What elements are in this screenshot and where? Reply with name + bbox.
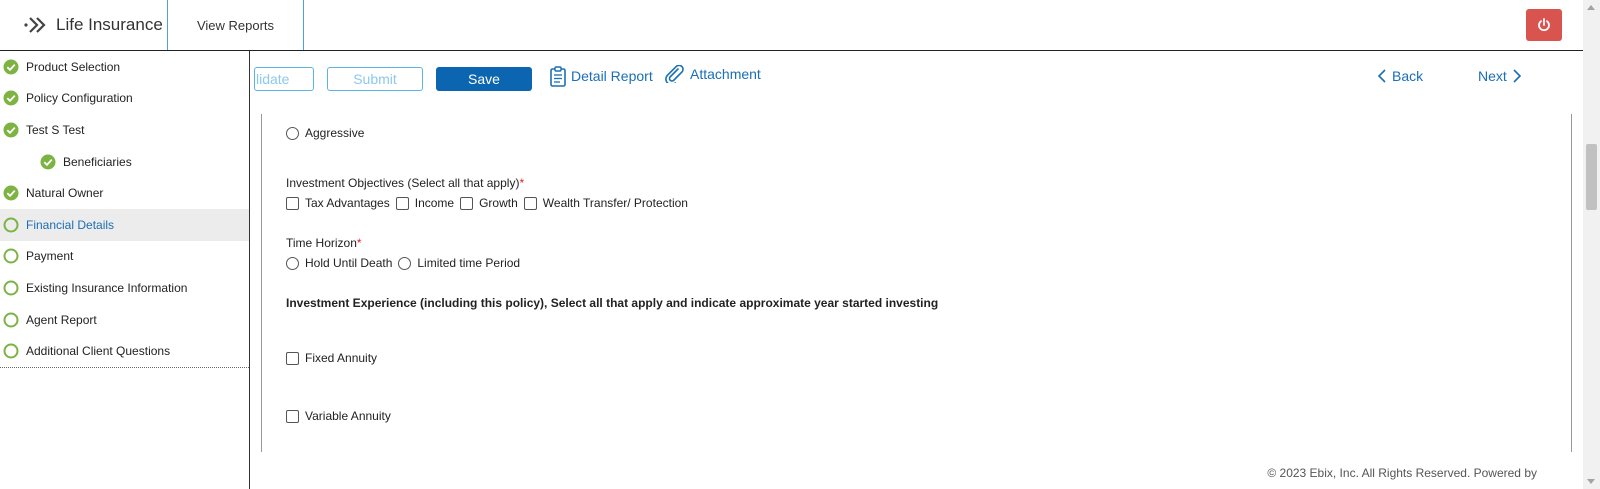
check-circle-icon bbox=[3, 59, 19, 75]
time-horizon-radio[interactable] bbox=[286, 256, 299, 270]
logout-button[interactable] bbox=[1526, 9, 1562, 41]
sidebar-item-label: Policy Configuration bbox=[26, 91, 133, 106]
detail-report-label: Detail Report bbox=[571, 68, 653, 84]
fixed-annuity-row[interactable]: Fixed Annuity bbox=[286, 351, 377, 365]
objective-option[interactable]: Wealth Transfer/ Protection bbox=[523, 196, 688, 210]
sidebar-item-label: Agent Report bbox=[26, 312, 97, 327]
tab-view-reports[interactable]: View Reports bbox=[168, 0, 304, 50]
clipboard-icon bbox=[550, 66, 566, 87]
variable-annuity-row[interactable]: Variable Annuity bbox=[286, 409, 391, 423]
empty-circle-icon bbox=[3, 248, 19, 264]
next-button[interactable]: Next bbox=[1478, 68, 1527, 84]
objective-option[interactable]: Growth bbox=[460, 196, 518, 210]
check-circle-icon bbox=[3, 122, 19, 138]
objective-checkbox[interactable] bbox=[523, 196, 537, 210]
time-horizon-label-text: Time Horizon bbox=[286, 236, 357, 250]
sidebar-item-beneficiaries[interactable]: Beneficiaries bbox=[0, 146, 249, 178]
brand-logo-icon bbox=[24, 17, 46, 33]
empty-circle-icon bbox=[3, 280, 19, 296]
scroll-up-icon[interactable] bbox=[1587, 5, 1595, 10]
aggressive-label: Aggressive bbox=[305, 126, 365, 140]
sidebar-item-policy-configuration[interactable]: Policy Configuration bbox=[0, 83, 249, 115]
brand[interactable]: Life Insurance bbox=[0, 0, 168, 50]
investment-objectives-label: Investment Objectives (Select all that a… bbox=[286, 176, 524, 190]
sidebar-item-natural-owner[interactable]: Natural Owner bbox=[0, 177, 249, 209]
financial-details-form: Aggressive Investment Objectives (Select… bbox=[261, 114, 1572, 452]
sidebar-item-label: Additional Client Questions bbox=[26, 344, 171, 359]
objective-option[interactable]: Tax Advantages bbox=[286, 196, 390, 210]
sidebar-item-financial-details[interactable]: Financial Details bbox=[0, 208, 249, 241]
copyright-text: © 2023 Ebix, Inc. All Rights Reserved. P… bbox=[1267, 466, 1537, 480]
objective-checkbox[interactable] bbox=[395, 196, 409, 210]
variable-annuity-checkbox[interactable] bbox=[286, 409, 299, 423]
sidebar-item-label: Payment bbox=[26, 249, 74, 264]
sidebar: Product Selection Policy Configuration T… bbox=[0, 51, 250, 489]
required-mark: * bbox=[356, 236, 362, 250]
variable-annuity-label: Variable Annuity bbox=[305, 409, 391, 423]
time-horizon-option[interactable]: Limited time Period bbox=[398, 256, 520, 270]
time-horizon-option-label: Limited time Period bbox=[417, 256, 521, 270]
sidebar-list: Product Selection Policy Configuration T… bbox=[0, 51, 249, 368]
sidebar-item-product-selection[interactable]: Product Selection bbox=[0, 51, 249, 83]
investment-experience-heading: Investment Experience (including this po… bbox=[286, 296, 939, 310]
sidebar-item-label: Product Selection bbox=[26, 59, 121, 74]
chevron-right-icon bbox=[1513, 69, 1521, 83]
sidebar-item-label: Test S Test bbox=[26, 122, 85, 137]
save-button[interactable]: Save bbox=[436, 67, 532, 91]
attachment-link[interactable]: Attachment bbox=[664, 65, 761, 83]
objective-label: Growth bbox=[479, 196, 518, 210]
check-circle-icon bbox=[40, 154, 56, 170]
required-mark: * bbox=[519, 176, 525, 190]
objective-checkbox[interactable] bbox=[460, 196, 474, 210]
empty-circle-icon bbox=[3, 217, 19, 233]
footer: © 2023 Ebix, Inc. All Rights Reserved. P… bbox=[251, 452, 1583, 489]
time-horizon-label: Time Horizon * bbox=[286, 236, 362, 250]
page-scrollbar[interactable] bbox=[1583, 0, 1600, 489]
risk-option-row: Aggressive bbox=[286, 126, 364, 140]
sidebar-item-additional-client-questions[interactable]: Additional Client Questions bbox=[0, 335, 249, 367]
fixed-annuity-label: Fixed Annuity bbox=[305, 351, 378, 365]
objective-label: Income bbox=[414, 196, 455, 210]
paperclip-icon bbox=[665, 65, 684, 83]
check-circle-icon bbox=[3, 185, 19, 201]
objective-option[interactable]: Income bbox=[395, 196, 455, 210]
time-horizon-option[interactable]: Hold Until Death bbox=[286, 256, 392, 270]
time-horizon-option-label: Hold Until Death bbox=[305, 256, 393, 270]
sidebar-item-payment[interactable]: Payment bbox=[0, 241, 249, 273]
scroll-down-icon[interactable] bbox=[1587, 479, 1595, 484]
sidebar-item-label: Existing Insurance Information bbox=[26, 280, 188, 295]
back-button[interactable]: Back bbox=[1372, 68, 1423, 84]
back-label: Back bbox=[1392, 68, 1424, 84]
empty-circle-icon bbox=[3, 343, 19, 359]
detail-report-link[interactable]: Detail Report bbox=[549, 65, 653, 87]
investment-objectives-options: Tax Advantages Income Growth Wealth Tran… bbox=[286, 196, 694, 210]
sidebar-item-agent-report[interactable]: Agent Report bbox=[0, 304, 249, 336]
time-horizon-options: Hold Until Death Limited time Period bbox=[286, 256, 526, 270]
objectives-label-text: Investment Objectives (Select all that a… bbox=[286, 176, 520, 190]
aggressive-radio[interactable] bbox=[286, 126, 299, 140]
objective-label: Tax Advantages bbox=[305, 196, 390, 210]
next-label: Next bbox=[1478, 68, 1507, 84]
power-icon bbox=[1538, 18, 1550, 32]
brand-title: Life Insurance bbox=[56, 15, 163, 34]
sidebar-item-label: Financial Details bbox=[26, 217, 115, 232]
fixed-annuity-checkbox[interactable] bbox=[286, 351, 299, 365]
sidebar-item-label: Beneficiaries bbox=[63, 154, 132, 169]
check-circle-icon bbox=[3, 90, 19, 106]
sidebar-item-existing-insurance[interactable]: Existing Insurance Information bbox=[0, 272, 249, 304]
objective-label: Wealth Transfer/ Protection bbox=[542, 196, 688, 210]
submit-button[interactable]: Submit bbox=[327, 67, 423, 91]
sidebar-item-label: Natural Owner bbox=[26, 186, 104, 201]
time-horizon-radio[interactable] bbox=[398, 256, 412, 270]
empty-circle-icon bbox=[3, 312, 19, 328]
action-toolbar: lidate Submit Save Detail Report Attachm… bbox=[251, 52, 1583, 114]
sidebar-item-test-s-test[interactable]: Test S Test bbox=[0, 114, 249, 146]
validate-button[interactable]: lidate bbox=[254, 67, 314, 91]
objective-checkbox[interactable] bbox=[286, 196, 299, 210]
app-header: Life Insurance View Reports bbox=[0, 0, 1583, 51]
attachment-label: Attachment bbox=[690, 66, 761, 82]
chevron-left-icon bbox=[1378, 69, 1386, 83]
scrollbar-thumb[interactable] bbox=[1586, 144, 1597, 210]
